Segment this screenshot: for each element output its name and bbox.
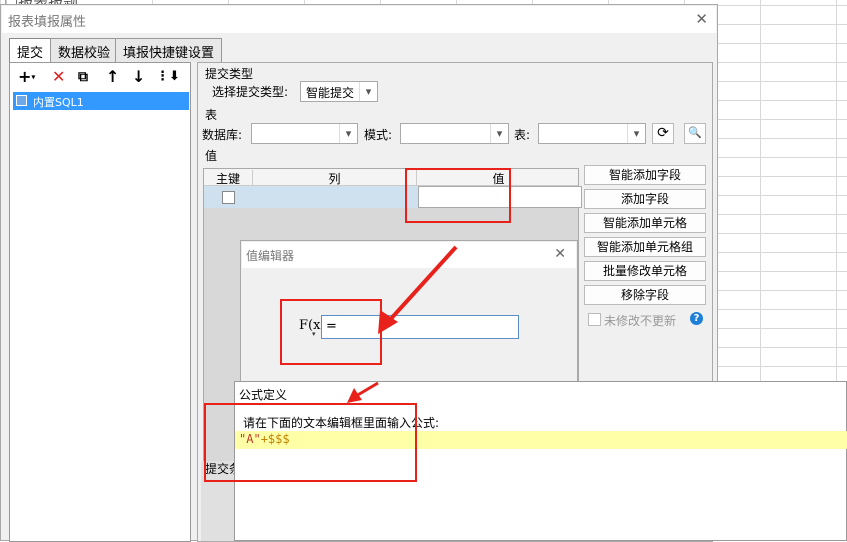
submit-type-section-label: 提交类型 (205, 67, 254, 81)
database-label: 数据库: (202, 128, 243, 142)
move-down-icon[interactable]: ↓ (132, 69, 145, 85)
sort-icon[interactable]: ⋮⬇ (156, 69, 180, 85)
smart-add-cell-button[interactable]: 智能添加单元格 (584, 213, 706, 233)
annotation-box-formula (204, 403, 417, 482)
submit-list-panel: +▾ ✕ ⧉ ↑ ↓ ⋮⬇ 内置SQL1 (9, 62, 191, 542)
delete-icon[interactable]: ✕ (52, 69, 65, 85)
list-item-selected[interactable]: 内置SQL1 (13, 92, 189, 110)
table-select[interactable]: ▾ (538, 123, 646, 144)
chevron-down-icon: ▾ (490, 124, 508, 143)
table-label: 表: (514, 128, 531, 142)
preview-table-button[interactable]: 🔍 (684, 123, 706, 144)
chevron-down-icon: ▾ (339, 124, 357, 143)
no-update-label: 未修改不更新 (604, 314, 677, 328)
annotation-box-fx (280, 299, 382, 365)
database-select[interactable]: ▾ (251, 123, 358, 144)
batch-modify-cell-button[interactable]: 批量修改单元格 (584, 261, 706, 281)
value-editor-title-bar: 值编辑器 ✕ (242, 242, 576, 268)
remove-field-button[interactable]: 移除字段 (584, 285, 706, 305)
sql-icon (16, 95, 27, 106)
schema-select[interactable]: ▾ (400, 123, 509, 144)
tab-data-validation[interactable]: 数据校验 (50, 38, 119, 62)
table-section-label: 表 (205, 108, 218, 122)
value-editor-title: 值编辑器 (246, 249, 295, 263)
grid-header: 主键 列 值 (204, 169, 578, 187)
add-field-button[interactable]: 添加字段 (584, 189, 706, 209)
submit-type-select[interactable]: 智能提交 ▾ (300, 81, 378, 102)
smart-add-cell-group-button[interactable]: 智能添加单元格组 (584, 237, 706, 257)
annotation-box-value-cell (405, 168, 511, 223)
submit-type-value: 智能提交 (306, 86, 355, 100)
tab-submit[interactable]: 提交 (9, 38, 52, 63)
list-item-label: 内置SQL1 (33, 96, 84, 109)
move-up-icon[interactable]: ↑ (106, 69, 119, 85)
schema-label: 模式: (364, 128, 393, 142)
submit-type-label: 选择提交类型: (212, 85, 289, 99)
add-icon[interactable]: +▾ (18, 69, 35, 86)
smart-add-field-button[interactable]: 智能添加字段 (584, 165, 706, 185)
header-primary-key: 主键 (215, 172, 240, 186)
chevron-down-icon: ▾ (627, 124, 645, 143)
no-update-checkbox[interactable] (588, 313, 601, 326)
dialog-title-bar: 报表填报属性 ✕ (2, 6, 716, 33)
close-icon[interactable]: ✕ (695, 10, 708, 28)
primary-key-checkbox[interactable] (222, 191, 235, 204)
tab-shortcut-settings[interactable]: 填报快捷键设置 (115, 38, 223, 62)
chevron-down-icon: ▾ (359, 82, 377, 101)
close-icon[interactable]: ✕ (554, 246, 566, 262)
copy-icon[interactable]: ⧉ (78, 69, 88, 85)
value-section-label: 值 (205, 149, 218, 163)
help-icon[interactable]: ? (690, 312, 703, 325)
formula-dialog-title: 公式定义 (239, 388, 288, 402)
header-column: 列 (252, 170, 416, 187)
dialog-title: 报表填报属性 (8, 15, 87, 30)
refresh-button[interactable]: ⟳ (652, 123, 674, 144)
